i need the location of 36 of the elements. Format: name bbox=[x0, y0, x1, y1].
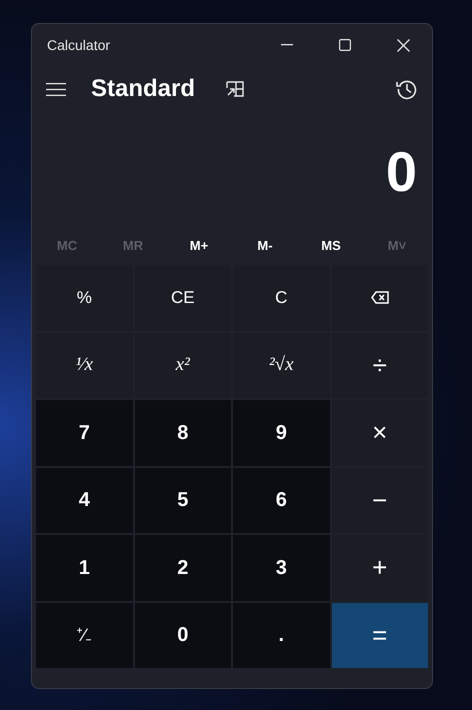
number-key[interactable]: 7 bbox=[36, 400, 132, 466]
operator-key[interactable]: % bbox=[36, 265, 132, 330]
operator-key[interactable]: x² bbox=[134, 332, 231, 398]
operator-key[interactable]: ÷ bbox=[332, 332, 428, 398]
history-icon bbox=[396, 78, 418, 100]
number-key[interactable]: 3 bbox=[233, 535, 330, 600]
number-key[interactable]: 0 bbox=[134, 602, 231, 668]
number-key[interactable]: 9 bbox=[233, 400, 330, 466]
operator-key[interactable]: × bbox=[332, 400, 428, 466]
number-key[interactable]: 6 bbox=[233, 468, 330, 533]
minimize-icon bbox=[281, 44, 293, 46]
operator-key[interactable]: CE bbox=[134, 265, 231, 330]
number-key[interactable]: 4 bbox=[36, 468, 132, 533]
number-key[interactable]: 2 bbox=[134, 535, 231, 600]
operator-key[interactable]: C bbox=[233, 265, 330, 330]
mode-title: Standard bbox=[91, 74, 196, 104]
maximize-icon bbox=[339, 39, 351, 51]
memory-button[interactable]: MS bbox=[321, 236, 341, 256]
close-icon bbox=[396, 38, 410, 52]
memory-button[interactable]: M- bbox=[257, 236, 273, 256]
operator-key[interactable]: ¹⁄x bbox=[36, 332, 132, 398]
memory-button[interactable]: M+ bbox=[190, 236, 208, 256]
operator-key[interactable]: ⁺⁄₋ bbox=[36, 602, 132, 668]
result-display: 0 bbox=[386, 144, 417, 200]
menu-icon bbox=[46, 82, 66, 96]
equals-key[interactable]: = bbox=[332, 602, 428, 668]
operator-key[interactable]: + bbox=[332, 535, 428, 600]
operator-key[interactable]: ²√x bbox=[233, 332, 330, 398]
number-key[interactable]: . bbox=[233, 602, 330, 668]
number-key[interactable]: 5 bbox=[134, 468, 231, 533]
window-title: Calculator bbox=[47, 36, 110, 54]
keep-on-top-icon bbox=[226, 81, 244, 97]
number-key[interactable]: 1 bbox=[36, 535, 132, 600]
backspace-icon bbox=[370, 291, 389, 304]
number-key[interactable]: 8 bbox=[134, 400, 231, 466]
operator-key[interactable]: − bbox=[332, 468, 428, 533]
